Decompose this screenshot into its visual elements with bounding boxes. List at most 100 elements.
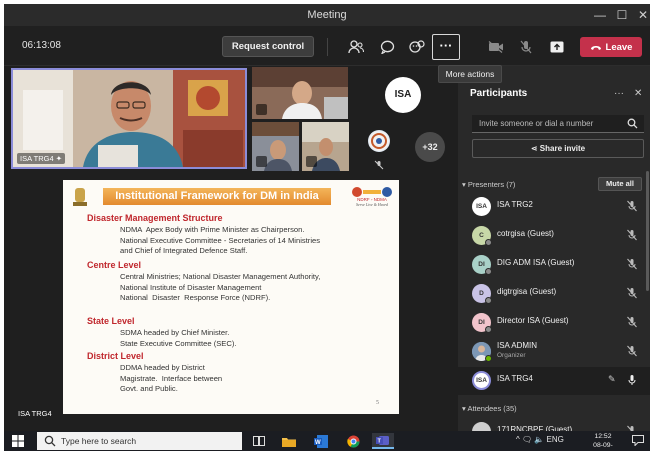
participant-name: ISA ADMIN xyxy=(497,341,538,350)
participant-row[interactable]: DI DIG ADM ISA (Guest) xyxy=(458,251,650,279)
mic-off-icon[interactable] xyxy=(626,200,638,212)
microphone-icon[interactable] xyxy=(626,374,638,386)
presence-status-icon xyxy=(485,268,492,275)
share-tray-icon[interactable] xyxy=(546,36,568,58)
organization-logo-avatar[interactable] xyxy=(368,130,390,152)
mic-off-icon[interactable] xyxy=(626,345,638,357)
presenters-section-header[interactable]: ▾ Presenters (7) xyxy=(462,180,515,189)
leave-label: Leave xyxy=(605,41,633,53)
participant-row[interactable]: C cotrgisa (Guest) xyxy=(458,222,650,250)
search-placeholder: Type here to search xyxy=(61,436,137,446)
chat-icon[interactable] xyxy=(376,36,398,58)
slide-section-heading: Disaster Management Structure xyxy=(87,213,223,223)
slide-section-heading: District Level xyxy=(87,351,144,361)
reactions-icon[interactable] xyxy=(406,36,428,58)
panel-more-icon[interactable]: ··· xyxy=(614,88,624,99)
participant-video-tile[interactable] xyxy=(302,122,349,171)
mic-off-icon[interactable] xyxy=(626,316,638,328)
emblem-icon xyxy=(369,131,389,151)
participant-role: Organizer xyxy=(497,352,526,359)
leave-button[interactable]: Leave xyxy=(580,37,642,57)
participant-row[interactable]: ISA ISA TRG4 ✎ xyxy=(458,367,650,395)
request-control-button[interactable]: Request control xyxy=(222,36,314,57)
file-explorer-icon[interactable] xyxy=(278,433,300,449)
toolbar-divider xyxy=(327,38,328,56)
participant-name: cotrgisa (Guest) xyxy=(497,229,554,238)
participant-name: ISA TRG4 xyxy=(497,374,533,383)
participant-row[interactable]: ISA ADMIN Organizer xyxy=(458,338,650,366)
slide-section-body: SDMA headed by Chief Minister. State Exe… xyxy=(120,328,237,348)
minimize-button[interactable]: — xyxy=(589,7,611,23)
main-tile-name: ISA TRG4 ✦ xyxy=(17,153,66,164)
logo-tagline: Serve Live & Heard xyxy=(356,202,388,207)
mic-off-icon xyxy=(306,156,317,167)
maximize-button[interactable]: ☐ xyxy=(611,7,633,23)
mic-off-icon[interactable] xyxy=(626,287,638,299)
main-video-tile[interactable]: ISA TRG4 ✦ xyxy=(11,68,247,169)
participant-name: ISA TRG2 xyxy=(497,200,533,209)
invite-placeholder: Invite someone or dial a number xyxy=(479,119,594,128)
mic-off-icon[interactable] xyxy=(626,258,638,270)
presenter-name-label: ISA TRG4 xyxy=(18,409,52,418)
taskbar-clock[interactable]: 12:52 08-09-2021 xyxy=(586,432,620,451)
slide-page-number: 5 xyxy=(376,400,379,406)
more-participants-badge[interactable]: +32 xyxy=(415,132,445,162)
panel-title: Participants xyxy=(470,88,528,99)
teams-meeting-window: Meeting — ☐ ✕ 06:13:08 Request control ·… xyxy=(4,4,650,451)
word-icon[interactable]: W xyxy=(310,433,332,449)
shared-slide: Institutional Framework for DM in India … xyxy=(63,180,399,414)
participant-row[interactable]: DI Director ISA (Guest) xyxy=(458,309,650,337)
mic-off-icon xyxy=(256,156,267,167)
participant-video-tile[interactable] xyxy=(252,67,348,119)
close-button[interactable]: ✕ xyxy=(632,7,650,23)
ndrf-ndma-logo: NDRF ◦ NDMA Serve Live & Heard xyxy=(351,185,393,207)
participant-row[interactable]: D digtrgisa (Guest) xyxy=(458,280,650,308)
participants-icon[interactable] xyxy=(345,36,367,58)
participant-name: DIG ADM ISA (Guest) xyxy=(497,258,575,267)
svg-text:W: W xyxy=(315,440,321,446)
share-invite-button[interactable]: ⋖ Share invite xyxy=(472,139,644,158)
meeting-toolbar: 06:13:08 Request control ··· Leave xyxy=(4,26,650,66)
panel-scrollbar[interactable] xyxy=(646,171,649,291)
presence-status-icon xyxy=(485,326,492,333)
slide-section-heading: Centre Level xyxy=(87,260,142,270)
mic-off-icon[interactable] xyxy=(626,229,638,241)
mic-off-icon[interactable] xyxy=(515,36,537,58)
title-bar: Meeting — ☐ ✕ xyxy=(4,4,650,26)
participant-avatar[interactable]: ISA xyxy=(385,77,421,113)
teams-icon[interactable]: T xyxy=(372,433,394,449)
avatar: ISA xyxy=(472,197,491,216)
clock-time: 12:52 xyxy=(594,433,612,440)
taskbar-search-input[interactable]: Type here to search xyxy=(37,432,242,450)
more-actions-tooltip: More actions xyxy=(438,65,502,83)
pin-icon[interactable]: ✎ xyxy=(608,374,616,385)
slide-title: Institutional Framework for DM in India xyxy=(103,188,331,205)
search-icon xyxy=(44,435,56,447)
participant-video-tile[interactable] xyxy=(252,122,299,171)
avatar: ISA xyxy=(472,371,491,390)
presence-status-icon xyxy=(485,239,492,246)
slide-section-heading: State Level xyxy=(87,316,135,326)
share-invite-label: Share invite xyxy=(539,144,586,153)
slide-section-body: NDMA Apex Body with Prime Minister as Ch… xyxy=(120,225,321,255)
windows-taskbar: Type here to search W T ^ 🗨 🔈 ENG 12:52 … xyxy=(4,431,650,451)
slide-section-body: DDMA headed by District Magistrate. Inte… xyxy=(120,363,223,393)
windows-start-icon[interactable] xyxy=(12,435,24,447)
notification-center-icon[interactable] xyxy=(632,435,644,446)
clock-date: 08-09-2021 xyxy=(593,442,613,449)
system-tray[interactable]: ^ 🗨 🔈 ENG xyxy=(516,435,564,444)
panel-close-icon[interactable]: ✕ xyxy=(634,88,642,99)
participant-name: Director ISA (Guest) xyxy=(497,316,569,325)
presence-status-icon xyxy=(485,297,492,304)
more-actions-button[interactable]: ··· xyxy=(432,34,460,60)
slide-section-body: Central Ministries; National Disaster Ma… xyxy=(120,272,321,302)
search-icon[interactable] xyxy=(627,118,638,129)
chrome-icon[interactable] xyxy=(342,433,364,449)
camera-off-icon[interactable] xyxy=(485,36,507,58)
share-icon: ⋖ xyxy=(530,144,538,153)
task-view-icon[interactable] xyxy=(248,433,270,449)
mute-all-button[interactable]: Mute all xyxy=(598,177,642,191)
invite-input[interactable]: Invite someone or dial a number xyxy=(472,115,644,133)
participant-row[interactable]: ISA ISA TRG2 xyxy=(458,193,650,221)
attendees-section-header[interactable]: ▾ Attendees (35) xyxy=(462,404,517,413)
